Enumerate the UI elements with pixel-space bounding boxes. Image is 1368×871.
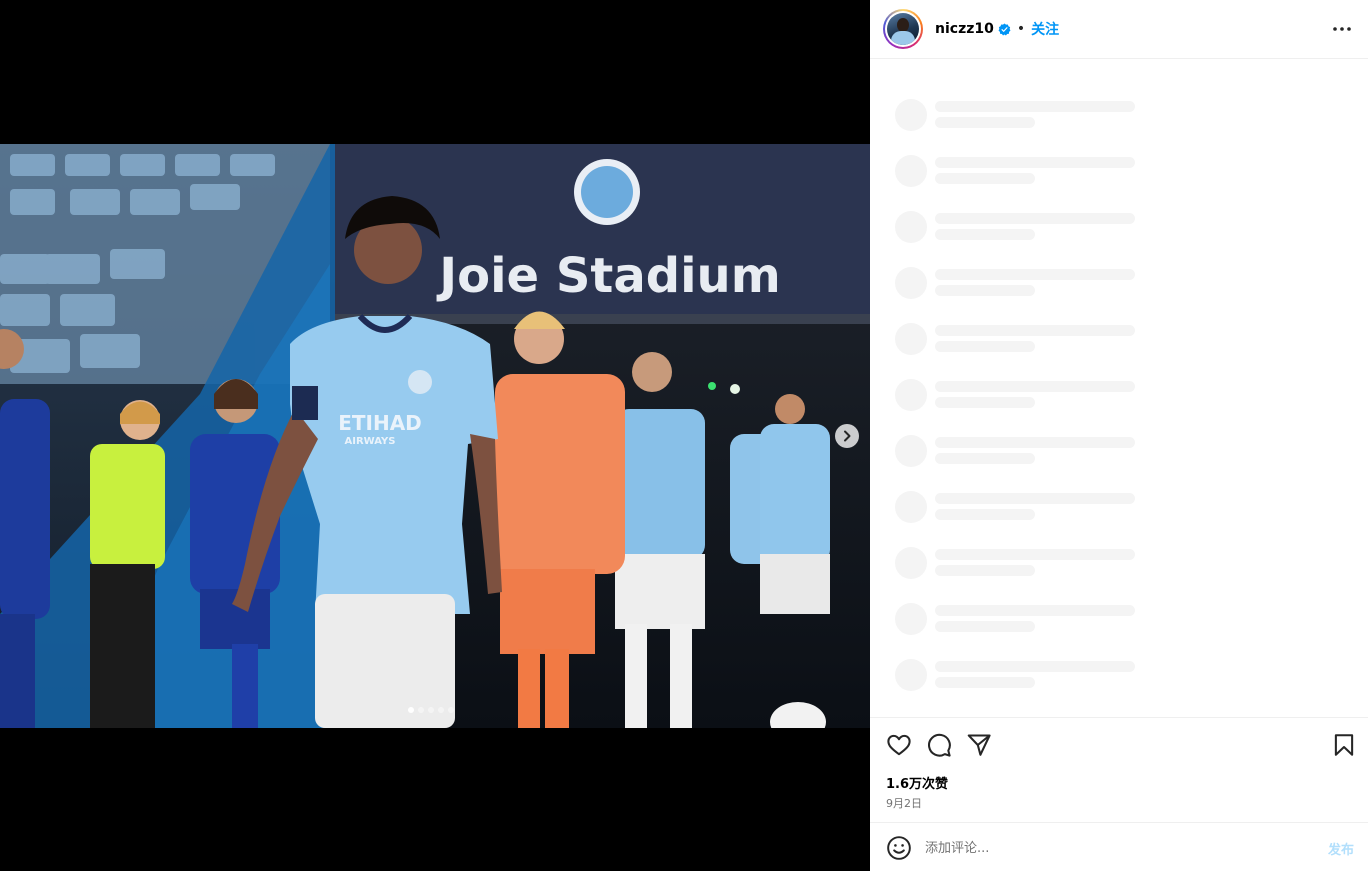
heart-icon [887, 734, 911, 756]
skeleton-avatar [895, 603, 927, 635]
skeleton-line [935, 605, 1135, 616]
comment-skeleton [895, 211, 1135, 245]
carousel-dot [428, 707, 434, 713]
comment-icon [928, 733, 951, 757]
emoji-icon [887, 836, 911, 860]
skeleton-avatar [895, 491, 927, 523]
comments-list-loading [870, 59, 1368, 717]
comment-skeleton [895, 379, 1135, 413]
skeleton-line [935, 493, 1135, 504]
comment-skeleton [895, 603, 1135, 637]
comment-skeleton [895, 267, 1135, 301]
comment-skeleton [895, 435, 1135, 469]
like-button[interactable] [886, 732, 912, 758]
skeleton-line [935, 213, 1135, 224]
skeleton-line [935, 509, 1035, 520]
carousel-next-button[interactable] [835, 424, 859, 448]
carousel-dot [448, 707, 454, 713]
post-modal: Joie Stadium ETIHAD AIRWAYS niczz10 • 关注… [0, 0, 1368, 871]
skeleton-avatar [895, 267, 927, 299]
avatar[interactable] [883, 9, 923, 49]
skeleton-line [935, 565, 1035, 576]
follow-button[interactable]: 关注 [1031, 19, 1059, 39]
skeleton-line [935, 325, 1135, 336]
stadium-sign-text: Joie Stadium [436, 248, 780, 304]
avatar-border [885, 11, 921, 47]
skeleton-line [935, 117, 1035, 128]
avatar-body-shape [891, 31, 915, 45]
bookmark-icon [1334, 734, 1354, 756]
skeleton-line [935, 453, 1035, 464]
skeleton-avatar [895, 155, 927, 187]
skeleton-line [935, 101, 1135, 112]
send-icon [967, 734, 991, 756]
avatar-image [887, 13, 919, 45]
skeleton-line [935, 229, 1035, 240]
media-pane: Joie Stadium ETIHAD AIRWAYS [0, 0, 870, 871]
skeleton-avatar [895, 379, 927, 411]
skeleton-line [935, 269, 1135, 280]
carousel-indicator [408, 707, 454, 713]
comment-skeleton [895, 155, 1135, 189]
skeleton-line [935, 173, 1035, 184]
verified-badge-icon [998, 22, 1011, 35]
skeleton-avatar [895, 435, 927, 467]
share-button[interactable] [966, 732, 992, 758]
comment-composer: 发布 [870, 822, 1368, 871]
comment-skeleton [895, 323, 1135, 357]
more-options-button[interactable] [1330, 17, 1354, 41]
skeleton-avatar [895, 547, 927, 579]
carousel-dot [418, 707, 424, 713]
comment-skeleton [895, 99, 1135, 133]
skeleton-line [935, 677, 1035, 688]
post-photo-artwork: Joie Stadium ETIHAD AIRWAYS [0, 144, 870, 728]
post-side-pane: niczz10 • 关注 1.6万次赞 9月2日 添加评论... 发布 [870, 0, 1368, 871]
post-comment-button[interactable]: 发布 [1328, 839, 1354, 858]
post-actions: 1.6万次赞 9月2日 [870, 717, 1368, 822]
username-link[interactable]: niczz10 [935, 21, 994, 37]
skeleton-line [935, 621, 1035, 632]
skeleton-avatar [895, 659, 927, 691]
skeleton-line [935, 157, 1135, 168]
skeleton-avatar [895, 99, 927, 131]
carousel-dot [438, 707, 444, 713]
more-horizontal-icon [1333, 27, 1351, 31]
likes-count[interactable]: 1.6万次赞 [886, 773, 948, 792]
skeleton-line [935, 549, 1135, 560]
post-date[interactable]: 9月2日 [886, 795, 922, 811]
emoji-button[interactable] [886, 835, 912, 861]
comment-button[interactable] [926, 732, 952, 758]
carousel-dot [408, 707, 414, 713]
shirt-sponsor-main: ETIHAD [338, 411, 422, 435]
skeleton-line [935, 341, 1035, 352]
comment-input[interactable] [925, 836, 1305, 860]
skeleton-avatar [895, 211, 927, 243]
shirt-sponsor-sub: AIRWAYS [345, 436, 396, 447]
skeleton-line [935, 397, 1035, 408]
header-separator: • [1016, 21, 1026, 37]
post-header: niczz10 • 关注 [870, 0, 1368, 59]
avatar-head-shape [897, 18, 909, 32]
skeleton-line [935, 437, 1135, 448]
save-button[interactable] [1331, 732, 1357, 758]
comment-skeleton [895, 491, 1135, 525]
skeleton-line [935, 285, 1035, 296]
skeleton-line [935, 661, 1135, 672]
skeleton-line [935, 381, 1135, 392]
chevron-right-icon [844, 430, 851, 442]
comment-skeleton [895, 547, 1135, 581]
skeleton-avatar [895, 323, 927, 355]
comment-skeleton [895, 659, 1135, 693]
post-photo[interactable]: Joie Stadium ETIHAD AIRWAYS [0, 144, 870, 728]
